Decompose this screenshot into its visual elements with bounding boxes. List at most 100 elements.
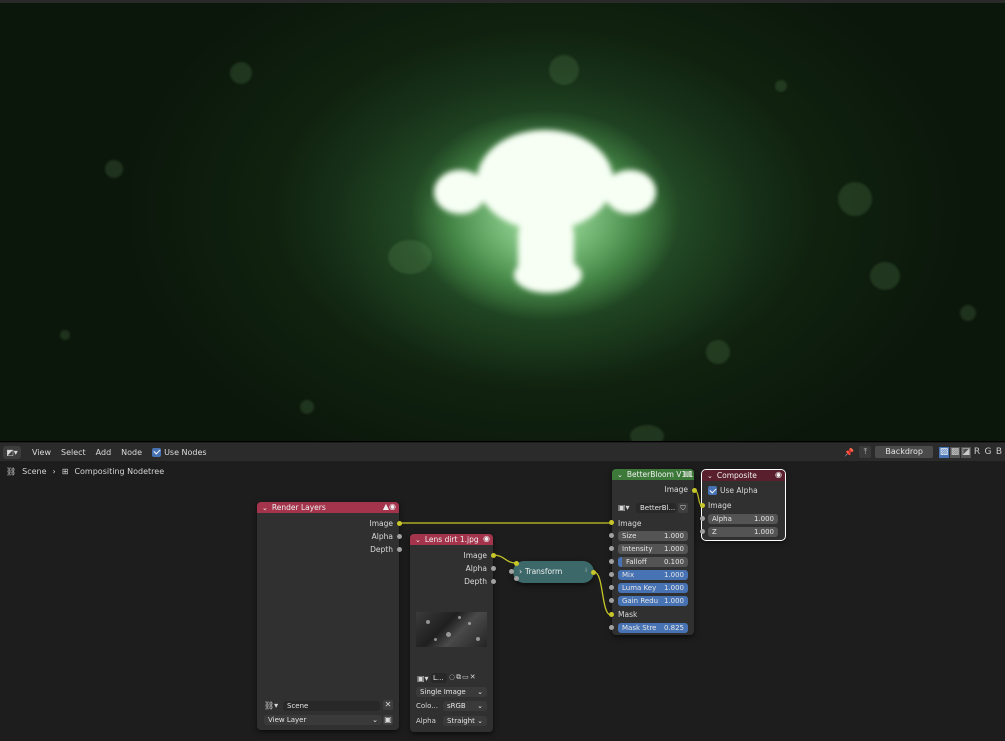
warning-icon: ▲◉ <box>382 502 396 511</box>
betterbloom-header[interactable]: ⌄ BetterBloom V1.1 ▤ <box>612 469 694 480</box>
pin-icon[interactable]: 📌 <box>843 446 855 458</box>
socket-alpha-out[interactable] <box>491 566 496 571</box>
node-title: Render Layers <box>271 503 326 512</box>
composite-socket-in-alpha[interactable] <box>700 516 705 521</box>
field-value: 0.825 <box>663 624 684 632</box>
view-layer-icon[interactable]: ▣ <box>383 715 393 725</box>
editor-type-button[interactable]: ◩▾ <box>3 445 21 459</box>
chevron-down-icon[interactable]: ⌄ <box>262 504 268 512</box>
field-value: 0.100 <box>663 558 684 566</box>
size-field[interactable]: Size 1.000 <box>618 531 688 541</box>
menu-node[interactable]: Node <box>116 446 147 459</box>
alpha-field[interactable]: Alpha 1.000 <box>708 514 778 524</box>
bloom-socket-in-mask[interactable] <box>609 612 614 617</box>
dirt-speck <box>458 616 461 619</box>
transform-socket-in-image[interactable] <box>514 561 519 566</box>
socket-depth-out[interactable] <box>491 579 496 584</box>
composite-socket-in-image[interactable] <box>700 503 705 508</box>
mask-strength-field[interactable]: Mask Stre 0.825 <box>618 623 688 633</box>
view-layer-value: View Layer <box>268 716 307 724</box>
composite-header[interactable]: ⌄ Composite ◉ <box>702 470 785 481</box>
image-datablock-field[interactable]: L... <box>431 673 447 683</box>
intensity-field[interactable]: Intensity 1.000 <box>618 544 688 554</box>
falloff-field[interactable]: Falloff 0.100 <box>618 557 688 567</box>
lens-dirt-image-node[interactable]: ⌄ Lens dirt 1.jpg ◉ Image Alpha Depth ▣▾… <box>410 534 496 732</box>
socket-image-out[interactable] <box>397 521 402 526</box>
field-label: Gain Redu <box>622 597 659 605</box>
image-actions-icons[interactable]: ◌⧉▭✕ <box>449 673 477 682</box>
luma-key-field[interactable]: Luma Key 1.000 <box>618 583 688 593</box>
source-dropdown[interactable]: Single Image ⌄ <box>416 687 487 697</box>
betterbloom-group-node[interactable]: ⌄ BetterBloom V1.1 ▤ Image ▣▾ BetterBl..… <box>612 469 694 635</box>
parent-node-tree-icon[interactable]: ⤒ <box>859 446 872 458</box>
node-canvas[interactable] <box>0 462 1005 741</box>
lens-dirt-header[interactable]: ⌄ Lens dirt 1.jpg ◉ <box>410 534 493 545</box>
menu-view[interactable]: View <box>27 446 56 459</box>
use-alpha-label: Use Alpha <box>720 486 758 495</box>
close-icon[interactable]: ✕ <box>383 700 393 710</box>
image-browse-icon[interactable]: ▣▾ <box>417 674 429 683</box>
backdrop-button[interactable]: Backdrop <box>875 446 933 458</box>
breadcrumb-tree[interactable]: Compositing Nodetree <box>74 467 164 476</box>
bokeh <box>300 400 314 414</box>
channel-b-button[interactable]: B <box>994 447 1004 458</box>
scene-selector-icon[interactable]: ⛓▾ <box>264 701 278 710</box>
input-image: Image <box>708 501 732 510</box>
node-group-browse-icon[interactable]: ▣▾ <box>618 503 630 512</box>
field-value: 1.000 <box>663 532 684 540</box>
render-layers-node[interactable]: ⌄ Render Layers ▲◉ Image Alpha Depth ⛓▾ … <box>257 502 402 730</box>
transform-node[interactable]: › Transform ⁞ <box>513 561 594 583</box>
color-channel-icon[interactable]: ▩ <box>950 446 960 458</box>
channel-r-button[interactable]: R <box>972 447 982 458</box>
output-alpha: Alpha <box>465 564 487 573</box>
use-alpha-checkbox[interactable] <box>708 486 717 495</box>
scene-field[interactable]: Scene <box>283 701 380 711</box>
bloom-socket-out-image[interactable] <box>692 488 697 493</box>
bloom-socket-in-mix[interactable] <box>609 572 614 577</box>
breadcrumb-scene[interactable]: Scene <box>22 467 46 476</box>
fake-user-shield-icon[interactable]: ⛉ <box>678 503 688 513</box>
bloom-socket-in-intensity[interactable] <box>609 546 614 551</box>
z-field[interactable]: Z 1.000 <box>708 527 778 537</box>
channel-g-button[interactable]: G <box>983 447 993 458</box>
use-nodes-checkbox[interactable] <box>152 447 162 457</box>
menu-add[interactable]: Add <box>91 446 117 459</box>
chevron-right-icon[interactable]: › <box>519 567 522 576</box>
alpha-channel-icon[interactable]: ◪ <box>961 446 971 458</box>
transform-socket-in-x[interactable] <box>509 569 514 574</box>
view-layer-field[interactable]: View Layer ⌄ <box>264 715 382 725</box>
node-title: Transform <box>525 567 563 576</box>
socket-alpha-out[interactable] <box>397 534 402 539</box>
node-editor-header: ◩▾ View Select Add Node Use Nodes 📌 ⤒ Ba… <box>0 443 1005 461</box>
socket-depth-out[interactable] <box>397 547 402 552</box>
menu-select[interactable]: Select <box>56 446 91 459</box>
gain-reduction-field[interactable]: Gain Redu 1.000 <box>618 596 688 606</box>
mix-field[interactable]: Mix 1.000 <box>618 570 688 580</box>
socket-image-out[interactable] <box>491 553 496 558</box>
color-alpha-channel-icon[interactable]: ▨ <box>939 446 949 458</box>
node-tree-icon: ⊞ <box>61 467 69 476</box>
colorspace-dropdown[interactable]: sRGB ⌄ <box>443 701 487 711</box>
chevron-down-icon[interactable]: ⌄ <box>617 471 623 479</box>
bokeh <box>105 160 123 178</box>
composite-node[interactable]: ⌄ Composite ◉ Use Alpha Image Alpha 1.000… <box>701 469 786 541</box>
node-group-field[interactable]: BetterBl... <box>636 503 676 513</box>
bloom-socket-in-mask-strength[interactable] <box>609 625 614 630</box>
bloom-socket-in-size[interactable] <box>609 533 614 538</box>
chevron-down-icon[interactable]: ⌄ <box>707 472 713 480</box>
bloom-socket-in-luma[interactable] <box>609 585 614 590</box>
render-layers-header[interactable]: ⌄ Render Layers ▲◉ <box>257 502 399 513</box>
use-alpha-toggle[interactable]: Use Alpha <box>708 486 758 495</box>
transform-socket-in-y[interactable] <box>514 576 519 581</box>
chevron-down-icon[interactable]: ⌄ <box>415 536 421 544</box>
bloom-socket-in-image[interactable] <box>609 520 614 525</box>
bloom-socket-in-gain[interactable] <box>609 598 614 603</box>
dirt-speck <box>446 632 451 637</box>
breadcrumb: ⛓ Scene › ⊞ Compositing Nodetree <box>6 467 170 476</box>
bloom-socket-in-falloff[interactable] <box>609 559 614 564</box>
alpha-mode-dropdown[interactable]: Straight ⌄ <box>443 716 487 726</box>
use-nodes-toggle[interactable]: Use Nodes <box>147 446 212 459</box>
composite-socket-in-z[interactable] <box>700 529 705 534</box>
output-image: Image <box>664 485 689 494</box>
transform-socket-out[interactable] <box>591 570 596 575</box>
